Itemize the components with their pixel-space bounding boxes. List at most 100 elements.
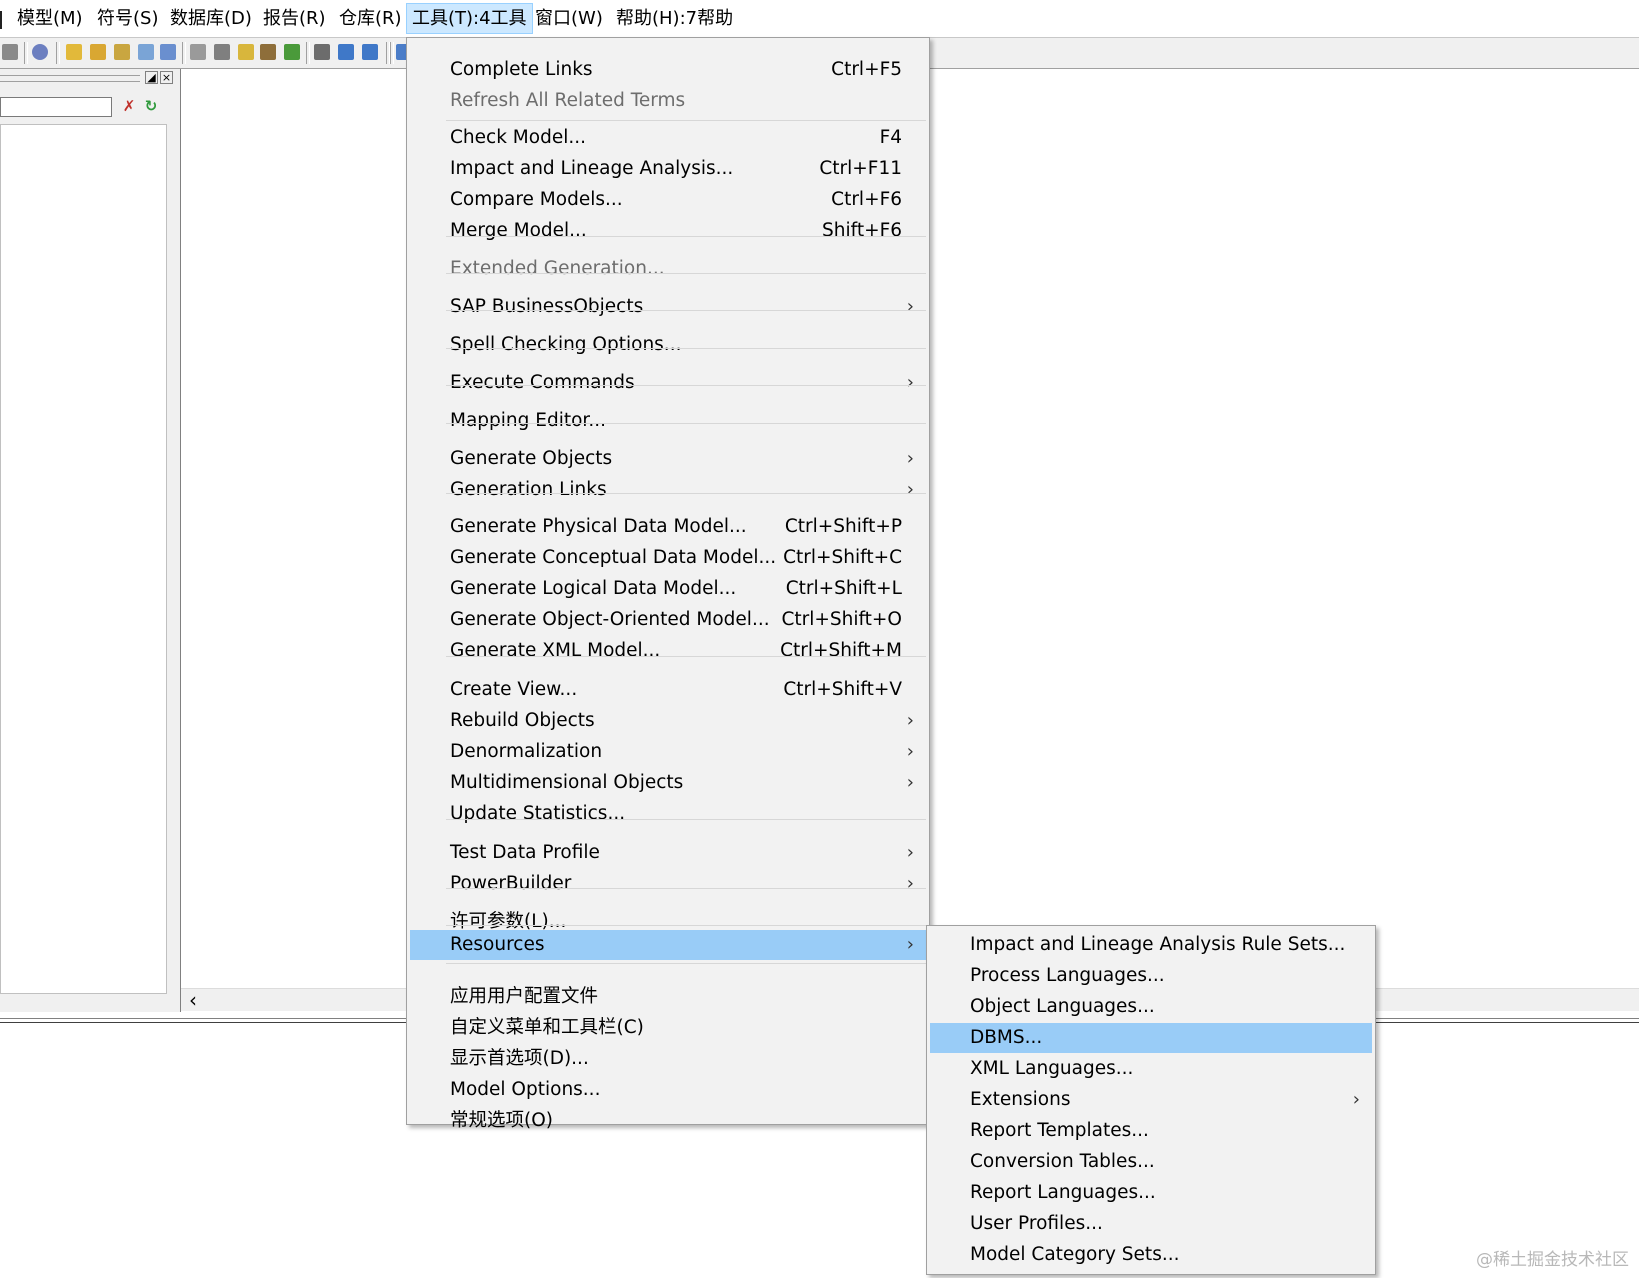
check-icon[interactable] <box>160 44 176 60</box>
menu-item-generate-pdm[interactable]: Generate Physical Data Model... Ctrl+Shi… <box>410 512 926 542</box>
chevron-right-icon: › <box>906 772 914 793</box>
object-browser-panel: ◢ × ✗ ↻ <box>0 69 181 1012</box>
submenu-item-extensions[interactable]: Extensions › <box>930 1085 1372 1115</box>
menu-item-denormalization[interactable]: Denormalization › <box>410 737 926 767</box>
search-model-icon[interactable] <box>114 44 130 60</box>
menu-help[interactable]: 帮助(H):7帮助 <box>611 4 738 33</box>
menu-item-label: SAP BusinessObjects <box>450 296 644 317</box>
menu-item-label: Generate Conceptual Data Model... <box>450 547 777 568</box>
browser-tree[interactable] <box>0 124 167 994</box>
arrow-back-icon[interactable] <box>338 44 354 60</box>
submenu-item-dbms[interactable]: DBMS... <box>930 1023 1372 1053</box>
menu-repository[interactable]: 仓库(R) <box>334 4 407 33</box>
menu-item-generate-objects[interactable]: Generate Objects › <box>410 444 926 474</box>
arrow-forward-icon[interactable] <box>362 44 378 60</box>
print-icon[interactable] <box>2 44 18 60</box>
menu-item-label: Generate Physical Data Model... <box>450 516 747 537</box>
menu-item-label: Denormalization <box>450 741 603 762</box>
menu-item-apply-user-profile[interactable]: 应用用户配置文件 <box>410 982 926 1012</box>
menu-item-merge-model[interactable]: Merge Model... Shift+F6 <box>410 216 926 246</box>
menu-item-label: Generation Links <box>450 479 607 500</box>
repository-icon[interactable] <box>90 44 106 60</box>
panel-dock-icon[interactable]: ◢ <box>145 71 158 84</box>
submenu-item-object-languages[interactable]: Object Languages... <box>930 992 1372 1022</box>
menu-item-spell-checking[interactable]: Spell Checking Options... <box>410 330 926 360</box>
menu-item-customize-menus-toolbars[interactable]: 自定义菜单和工具栏(C) <box>410 1013 926 1043</box>
submenu-item-conversion-tables[interactable]: Conversion Tables... <box>930 1147 1372 1177</box>
submenu-item-report-templates[interactable]: Report Templates... <box>930 1116 1372 1146</box>
menu-item-shortcut: Ctrl+Shift+L <box>785 578 902 599</box>
menu-item-label: Merge Model... <box>450 220 587 241</box>
open-folder-icon[interactable] <box>66 44 82 60</box>
clear-search-icon[interactable]: ✗ <box>121 98 137 114</box>
package-icon[interactable] <box>314 44 330 60</box>
menu-separator <box>446 493 926 494</box>
menu-separator <box>446 348 926 349</box>
menu-item-check-model[interactable]: Check Model... F4 <box>410 123 926 153</box>
menu-item-generate-ldm[interactable]: Generate Logical Data Model... Ctrl+Shif… <box>410 574 926 604</box>
menu-item-compare-models[interactable]: Compare Models... Ctrl+F6 <box>410 185 926 215</box>
menu-separator <box>446 925 926 926</box>
pencil-icon[interactable] <box>238 44 254 60</box>
menu-item-resources[interactable]: Resources › <box>410 930 926 960</box>
menu-bar: 模型(M) 符号(S) 数据库(D) 报告(R) 仓库(R) 工具(T):4工具… <box>0 0 1639 38</box>
menu-item-generation-links[interactable]: Generation Links › <box>410 475 926 505</box>
refresh-search-icon[interactable]: ↻ <box>143 98 159 114</box>
submenu-item-model-category-sets[interactable]: Model Category Sets... <box>930 1240 1372 1270</box>
chevron-left-icon[interactable]: ‹ <box>189 989 197 1011</box>
menu-item-general-options[interactable]: 常规选项(O) <box>410 1106 926 1136</box>
menu-item-label: Impact and Lineage Analysis... <box>450 158 734 179</box>
panel-grip[interactable] <box>0 75 140 82</box>
menu-window[interactable]: 窗口(W) <box>530 4 608 33</box>
menu-item-complete-links[interactable]: Complete Links Ctrl+F5 <box>410 55 926 85</box>
submenu-item-process-languages[interactable]: Process Languages... <box>930 961 1372 991</box>
menu-separator <box>446 310 926 311</box>
menu-item-create-view[interactable]: Create View... Ctrl+Shift+V <box>410 675 926 705</box>
menu-item-label: Generate Object-Oriented Model... <box>450 609 770 630</box>
menu-database[interactable]: 数据库(D) <box>165 4 257 33</box>
menu-item-update-statistics[interactable]: Update Statistics... <box>410 799 926 829</box>
paste-icon[interactable] <box>214 44 230 60</box>
submenu-item-user-profiles[interactable]: User Profiles... <box>930 1209 1372 1239</box>
submenu-item-report-languages[interactable]: Report Languages... <box>930 1178 1372 1208</box>
globe-icon[interactable] <box>32 44 48 60</box>
menu-model[interactable]: 模型(M) <box>12 4 88 33</box>
menu-symbol[interactable]: 符号(S) <box>92 4 163 33</box>
menu-item-label: User Profiles... <box>970 1213 1103 1234</box>
menu-item-label: Update Statistics... <box>450 803 626 824</box>
menu-item-label: 自定义菜单和工具栏(C) <box>450 1017 644 1038</box>
menu-item-mapping-editor[interactable]: Mapping Editor... <box>410 406 926 436</box>
menu-item-rebuild-objects[interactable]: Rebuild Objects › <box>410 706 926 736</box>
menu-item-label: Conversion Tables... <box>970 1151 1155 1172</box>
menu-item-model-options[interactable]: Model Options... <box>410 1075 926 1105</box>
refresh-icon[interactable] <box>138 44 154 60</box>
toolbar-separator <box>182 42 186 64</box>
chevron-right-icon: › <box>906 741 914 762</box>
menu-item-label: Check Model... <box>450 127 586 148</box>
menu-item-multidimensional-objects[interactable]: Multidimensional Objects › <box>410 768 926 798</box>
menu-item-test-data-profile[interactable]: Test Data Profile › <box>410 838 926 868</box>
menu-item-label: Generate Logical Data Model... <box>450 578 737 599</box>
undo-icon[interactable] <box>260 44 276 60</box>
browser-search-input[interactable] <box>0 97 112 117</box>
menu-item-sap-businessobjects[interactable]: SAP BusinessObjects › <box>410 292 926 322</box>
font-icon[interactable] <box>284 44 300 60</box>
menu-item-generate-cdm[interactable]: Generate Conceptual Data Model... Ctrl+S… <box>410 543 926 573</box>
chevron-right-icon: › <box>906 479 914 500</box>
submenu-item-xml-languages[interactable]: XML Languages... <box>930 1054 1372 1084</box>
menu-item-label: 显示首选项(D)... <box>450 1048 589 1069</box>
copy-icon[interactable] <box>190 44 206 60</box>
watermark: @稀土掘金技术社区 <box>1476 1250 1629 1270</box>
panel-close-icon[interactable]: × <box>160 71 173 84</box>
menu-item-shortcut: Ctrl+F5 <box>831 59 902 80</box>
menu-item-impact-lineage[interactable]: Impact and Lineage Analysis... Ctrl+F11 <box>410 154 926 184</box>
menu-item-execute-commands[interactable]: Execute Commands › <box>410 368 926 398</box>
submenu-item-impact-rule-sets[interactable]: Impact and Lineage Analysis Rule Sets... <box>930 930 1372 960</box>
menu-item-display-preferences[interactable]: 显示首选项(D)... <box>410 1044 926 1074</box>
menu-item-generate-oom[interactable]: Generate Object-Oriented Model... Ctrl+S… <box>410 605 926 635</box>
menu-tools[interactable]: 工具(T):4工具 <box>406 3 533 34</box>
menu-item-generate-xml-model[interactable]: Generate XML Model... Ctrl+Shift+M <box>410 636 926 666</box>
menu-report[interactable]: 报告(R) <box>258 4 331 33</box>
menu-item-powerbuilder[interactable]: PowerBuilder › <box>410 869 926 899</box>
menu-separator <box>446 423 926 424</box>
